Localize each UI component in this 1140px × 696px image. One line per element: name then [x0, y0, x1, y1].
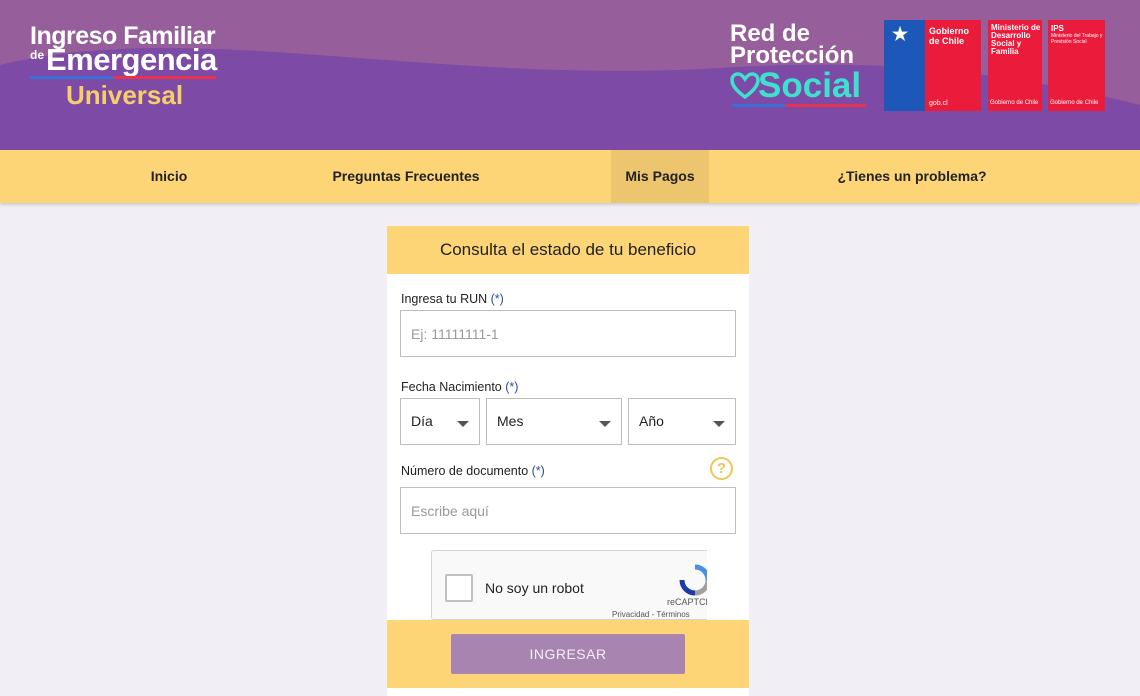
required-mark: (*): [505, 380, 519, 394]
nav-item-tienes-un-problema[interactable]: ¿Tienes un problema?: [826, 150, 998, 203]
card-title: Consulta el estado de tu beneficio: [387, 226, 749, 274]
document-number-input[interactable]: [400, 487, 736, 534]
site-header: Ingreso Familiar de Emergencia Universal…: [0, 0, 1140, 150]
rps-logo-underline: [732, 104, 866, 107]
ife-logo-line3: Universal: [66, 80, 184, 110]
ips-logo-subtitle: Ministerio del Trabajo y Previsión Socia…: [1051, 33, 1103, 45]
required-mark: (*): [531, 464, 545, 478]
ife-logo[interactable]: Ingreso Familiar de Emergencia Universal: [28, 18, 228, 113]
rps-logo-line2: Protección: [730, 42, 855, 69]
ministry-logo-footer: Gobierno de Chile: [990, 100, 1039, 106]
run-label-text: Ingresa tu RUN: [401, 292, 488, 306]
gov-logo-footer: gob.cl: [929, 100, 948, 107]
recaptcha-label: No soy un robot: [485, 580, 584, 596]
nav-item-mis-pagos[interactable]: Mis Pagos: [611, 150, 709, 203]
recaptcha-checkbox[interactable]: [445, 574, 473, 602]
chevron-down-icon: [713, 421, 725, 427]
ministry-logo-title: Ministerio de Desarrollo Social y Famili…: [991, 23, 1041, 56]
year-select[interactable]: Año: [628, 398, 736, 445]
recaptcha-widget: No soy un robot reCAPTCHA Privacidad - T…: [431, 550, 707, 620]
ministerio-desarrollo-social-logo[interactable]: Ministerio de Desarrollo Social y Famili…: [988, 20, 1042, 111]
day-select-value: Día: [411, 413, 433, 429]
birth-date-label: Fecha Nacimiento (*): [401, 380, 518, 394]
nav-item-preguntas-frecuentes[interactable]: Preguntas Frecuentes: [322, 150, 490, 203]
document-number-label-text: Número de documento: [401, 464, 529, 478]
recaptcha-logo-icon: [679, 564, 707, 596]
ife-logo-line2: Emergencia: [46, 42, 217, 77]
gobierno-de-chile-logo[interactable]: ★ Gobierno de Chile gob.cl: [884, 20, 981, 111]
month-select-value: Mes: [497, 413, 524, 429]
required-mark: (*): [490, 292, 504, 306]
chevron-down-icon: [457, 421, 469, 427]
ips-logo[interactable]: IPS Ministerio del Trabajo y Previsión S…: [1048, 20, 1105, 111]
ips-logo-title: IPS: [1051, 24, 1064, 33]
day-select[interactable]: Día: [400, 398, 480, 445]
chevron-down-icon: [599, 421, 611, 427]
help-icon[interactable]: ?: [710, 457, 733, 480]
run-input[interactable]: [400, 310, 736, 357]
ife-logo-de: de: [30, 48, 45, 62]
consulta-beneficio-card: Consulta el estado de tu beneficio Ingre…: [387, 226, 749, 696]
rps-logo-line3: Social: [758, 66, 862, 105]
recaptcha-privacy-terms-links[interactable]: Privacidad - Términos: [612, 610, 690, 619]
document-number-label: Número de documento (*): [401, 464, 545, 478]
year-select-value: Año: [639, 413, 664, 429]
heart-icon: [730, 72, 760, 100]
ingresar-button[interactable]: INGRESAR: [451, 634, 685, 674]
ife-logo-bar: [30, 76, 216, 79]
red-proteccion-social-logo[interactable]: Red de Protección Social: [730, 22, 870, 112]
main-nav: Inicio Preguntas Frecuentes Mis Pagos ¿T…: [0, 150, 1140, 203]
chile-coat-of-arms-icon: ★: [892, 24, 909, 44]
birth-date-label-text: Fecha Nacimiento: [401, 380, 502, 394]
ips-logo-footer: Gobierno de Chile: [1050, 100, 1099, 106]
gov-logo-title: Gobierno de Chile: [929, 26, 969, 46]
recaptcha-brand: reCAPTCHA: [667, 597, 707, 607]
month-select[interactable]: Mes: [486, 398, 622, 445]
nav-item-inicio[interactable]: Inicio: [130, 150, 208, 203]
card-footer: INGRESAR: [387, 620, 749, 688]
run-label: Ingresa tu RUN (*): [401, 292, 504, 306]
